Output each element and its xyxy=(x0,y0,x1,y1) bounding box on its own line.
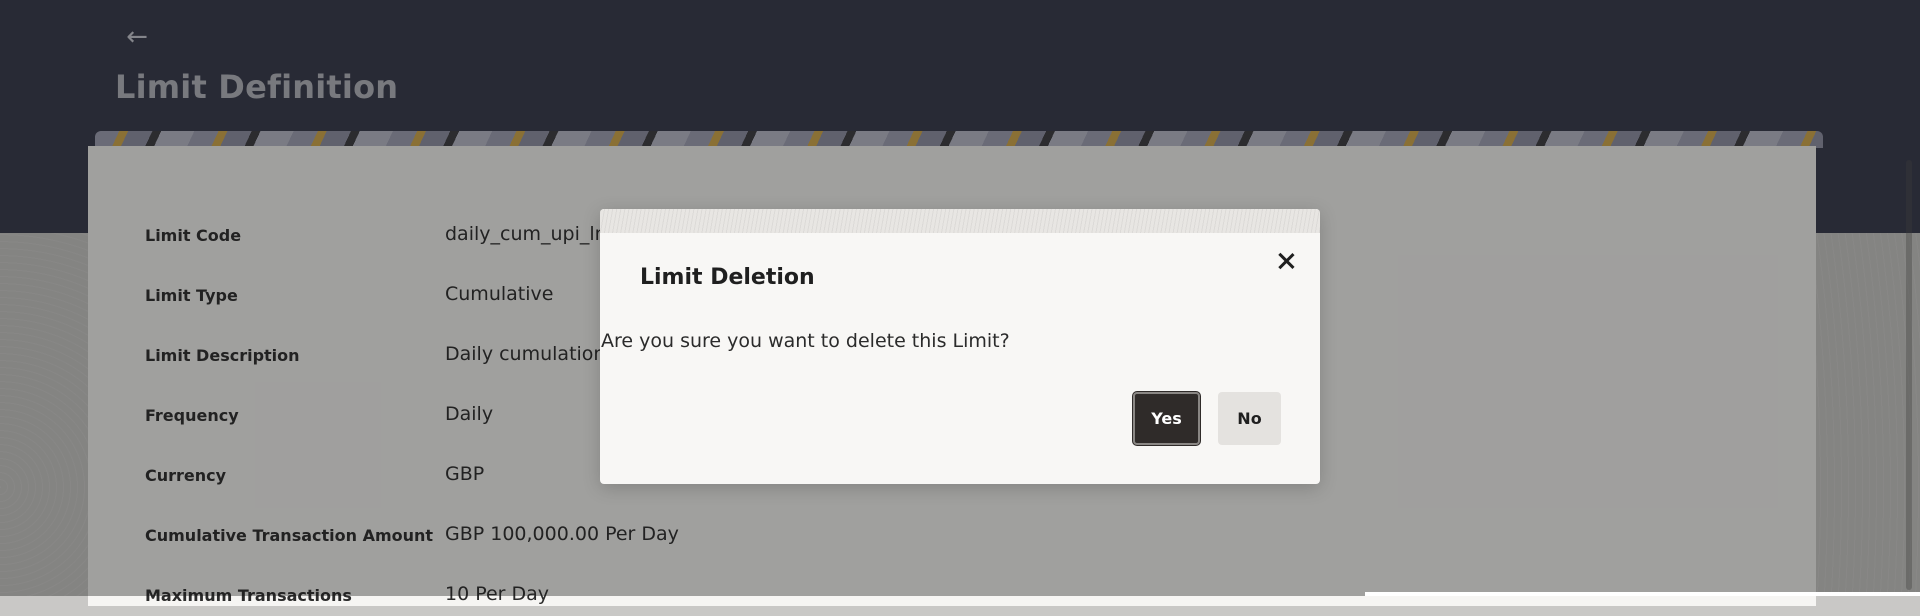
dialog-header-texture xyxy=(600,209,1320,233)
bottom-strip xyxy=(1365,592,1920,596)
limit-deletion-dialog: Limit Deletion Are you sure you want to … xyxy=(600,209,1320,484)
dialog-title: Limit Deletion xyxy=(640,265,815,290)
no-button[interactable]: No xyxy=(1218,392,1281,445)
dialog-message: Are you sure you want to delete this Lim… xyxy=(601,330,1010,352)
page-scrollbar[interactable] xyxy=(1906,160,1912,590)
yes-button[interactable]: Yes xyxy=(1133,392,1200,445)
close-icon[interactable] xyxy=(1270,245,1302,277)
